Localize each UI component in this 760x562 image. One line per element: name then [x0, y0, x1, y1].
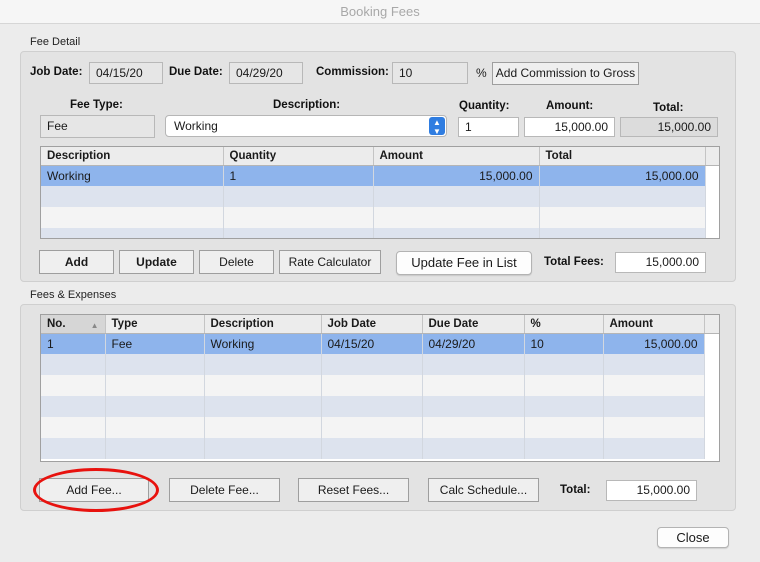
- quantity-field[interactable]: 1: [458, 117, 519, 137]
- due-date-field[interactable]: 04/29/20: [229, 62, 303, 84]
- table-row[interactable]: 1 Fee Working 04/15/20 04/29/20 10 15,00…: [41, 333, 719, 354]
- description-select-value: Working: [174, 119, 218, 133]
- column-header-spacer: [705, 147, 719, 166]
- due-date-label: Due Date:: [169, 66, 223, 78]
- commission-label: Commission:: [316, 66, 389, 78]
- table-cell: 1: [41, 333, 106, 354]
- delete-button[interactable]: Delete: [199, 250, 274, 274]
- delete-fee-button[interactable]: Delete Fee...: [169, 478, 280, 502]
- update-fee-in-list-button[interactable]: Update Fee in List: [396, 251, 532, 275]
- job-date-label: Job Date:: [30, 66, 83, 78]
- column-header-quantity[interactable]: Quantity: [223, 147, 374, 166]
- column-header-no[interactable]: No. ▲: [41, 315, 106, 334]
- fee-detail-table-header: Description Quantity Amount Total: [41, 147, 719, 166]
- window-title: Booking Fees: [0, 0, 760, 24]
- add-fee-button[interactable]: Add Fee...: [39, 478, 149, 502]
- table-cell: 15,000.00: [373, 165, 540, 186]
- table-row-empty[interactable]: [41, 438, 719, 459]
- table-row-empty[interactable]: [41, 396, 719, 417]
- total-label: Total:: [653, 102, 684, 114]
- chevron-updown-icon: ▲ ▼: [429, 117, 445, 136]
- fees-total-label: Total:: [560, 484, 591, 496]
- total-fees-label: Total Fees:: [544, 256, 604, 268]
- column-header-no-label: No.: [47, 317, 66, 330]
- table-cell: 15,000.00: [539, 165, 706, 186]
- description-select[interactable]: Working ▲ ▼: [165, 115, 447, 137]
- table-row[interactable]: Working 1 15,000.00 15,000.00: [41, 165, 719, 186]
- rate-calculator-button[interactable]: Rate Calculator: [279, 250, 381, 274]
- fee-detail-section-label: Fee Detail: [30, 36, 81, 48]
- add-button[interactable]: Add: [39, 250, 114, 274]
- table-cell: 04/15/20: [321, 333, 423, 354]
- fee-detail-table[interactable]: Description Quantity Amount Total Workin…: [40, 146, 720, 239]
- column-header-amount[interactable]: Amount: [373, 147, 540, 166]
- table-row-empty[interactable]: [41, 354, 719, 375]
- column-header-job-date[interactable]: Job Date: [321, 315, 423, 334]
- sort-ascending-icon: ▲: [90, 320, 99, 330]
- table-cell: 10: [524, 333, 604, 354]
- quantity-label: Quantity:: [459, 100, 510, 112]
- table-row-empty[interactable]: [41, 207, 719, 228]
- add-commission-to-gross-button[interactable]: Add Commission to Gross: [492, 62, 639, 85]
- calc-schedule-button[interactable]: Calc Schedule...: [428, 478, 539, 502]
- amount-label: Amount:: [546, 100, 594, 112]
- job-date-field[interactable]: 04/15/20: [89, 62, 163, 84]
- table-cell: 04/29/20: [422, 333, 525, 354]
- fees-expenses-section-label: Fees & Expenses: [30, 289, 117, 301]
- column-header-due-date[interactable]: Due Date: [422, 315, 525, 334]
- total-fees-field: 15,000.00: [615, 252, 706, 273]
- table-cell: Working: [41, 165, 224, 186]
- fees-expenses-table-header: No. ▲ Type Description Job Date Due Date …: [41, 315, 719, 334]
- description-label: Description:: [273, 99, 341, 111]
- table-cell: Working: [204, 333, 322, 354]
- column-header-amount[interactable]: Amount: [603, 315, 705, 334]
- fees-expenses-table[interactable]: No. ▲ Type Description Job Date Due Date …: [40, 314, 720, 462]
- table-cell: 15,000.00: [603, 333, 705, 354]
- fees-total-field: 15,000.00: [606, 480, 697, 501]
- column-header-percent[interactable]: %: [524, 315, 604, 334]
- table-cell: [704, 333, 719, 354]
- column-header-type[interactable]: Type: [105, 315, 205, 334]
- table-row-empty[interactable]: [41, 417, 719, 438]
- table-row-empty[interactable]: [41, 228, 719, 238]
- reset-fees-button[interactable]: Reset Fees...: [298, 478, 409, 502]
- column-header-description[interactable]: Description: [204, 315, 322, 334]
- commission-field[interactable]: 10: [392, 62, 468, 84]
- fee-type-label: Fee Type:: [70, 99, 123, 111]
- update-button[interactable]: Update: [119, 250, 194, 274]
- fee-type-field[interactable]: Fee: [40, 115, 155, 138]
- percent-sign: %: [476, 66, 487, 80]
- table-cell: Fee: [105, 333, 205, 354]
- table-row-empty[interactable]: [41, 186, 719, 207]
- table-cell: [705, 165, 719, 186]
- table-row-empty[interactable]: [41, 375, 719, 396]
- column-header-total[interactable]: Total: [539, 147, 706, 166]
- column-header-description[interactable]: Description: [41, 147, 224, 166]
- close-button[interactable]: Close: [657, 527, 729, 548]
- amount-field[interactable]: 15,000.00: [524, 117, 615, 137]
- column-header-spacer: [704, 315, 719, 334]
- table-cell: 1: [223, 165, 374, 186]
- total-field: 15,000.00: [620, 117, 718, 137]
